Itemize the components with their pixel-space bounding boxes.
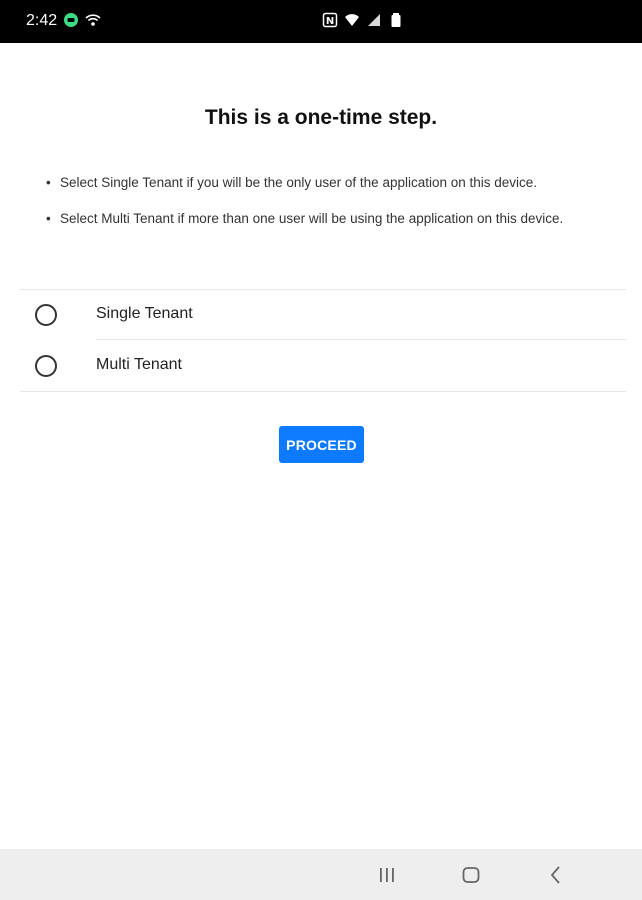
status-time: 2:42 [26,12,58,29]
option-multi-tenant[interactable]: Multi Tenant [20,341,626,391]
option-single-tenant[interactable]: Single Tenant [20,290,626,340]
navigation-bar [0,849,642,900]
divider [20,391,626,392]
wifi-calling-icon [85,12,101,28]
page-title: This is a one-time step. [204,106,438,129]
status-right-icons: N [322,12,404,28]
status-left-icons [63,12,101,28]
home-icon[interactable] [460,864,482,886]
divider [96,339,626,340]
single-tenant-radio[interactable] [35,304,57,326]
proceed-button[interactable]: PROCEED [279,426,364,463]
wifi-icon [344,12,360,28]
svg-text:N: N [326,16,334,27]
instruction-single-tenant: Select Single Tenant if you will be the … [44,172,604,194]
single-tenant-label[interactable]: Single Tenant [96,305,193,323]
messages-icon [63,12,79,28]
status-bar: 2:42 N [0,0,642,43]
battery-icon [388,12,404,28]
back-icon[interactable] [545,864,567,886]
multi-tenant-radio[interactable] [35,355,57,377]
instructions-list: Select Single Tenant if you will be the … [44,172,604,244]
multi-tenant-label[interactable]: Multi Tenant [96,356,182,374]
signal-icon [366,12,382,28]
recents-icon[interactable] [376,864,398,886]
nfc-icon: N [322,12,338,28]
instruction-multi-tenant: Select Multi Tenant if more than one use… [44,208,604,230]
